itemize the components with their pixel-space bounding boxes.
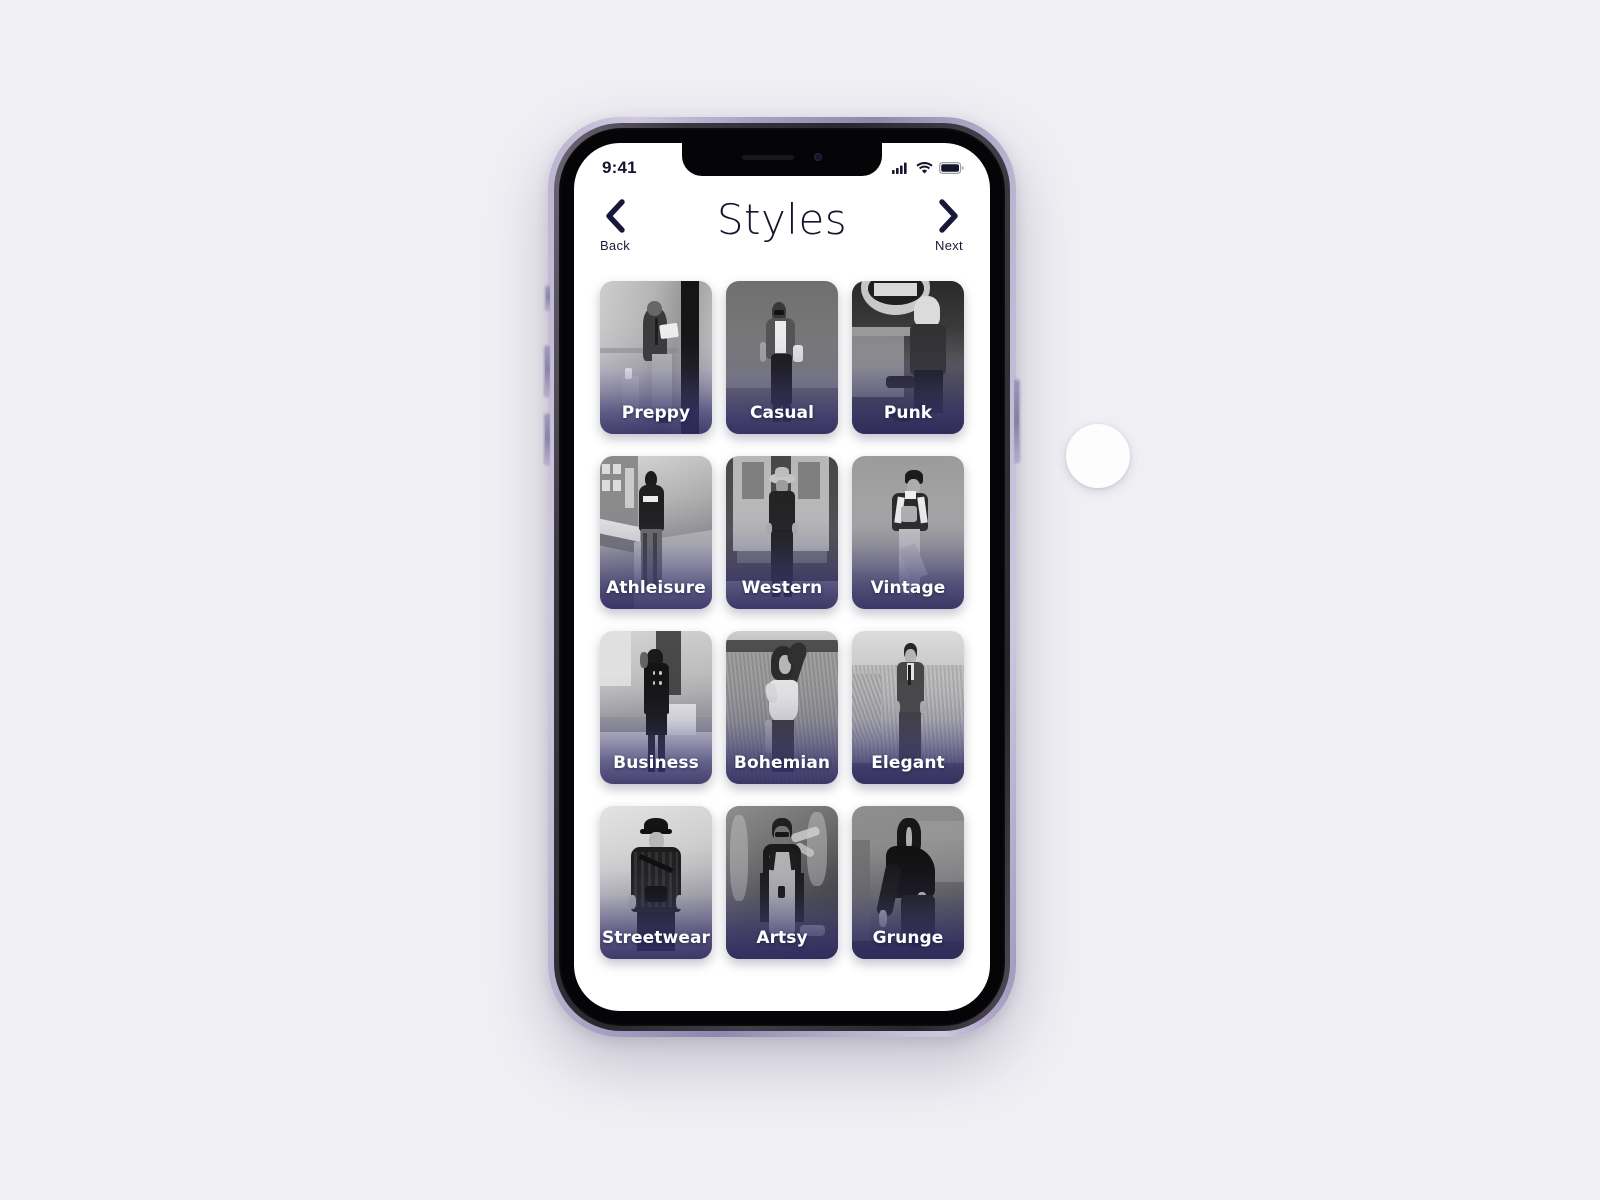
style-tile-label: Vintage [870, 578, 946, 598]
style-tile-elegant[interactable]: Elegant [852, 631, 964, 784]
style-tile-casual[interactable]: Casual [726, 281, 838, 434]
battery-icon [939, 162, 964, 174]
style-tile-preppy[interactable]: Preppy [600, 281, 712, 434]
style-tile-label: Streetwear [601, 928, 711, 948]
back-button-label: Back [599, 238, 631, 253]
cellular-signal-icon [892, 162, 910, 174]
back-button[interactable]: Back [584, 195, 646, 253]
style-grid: Preppy Casual Punk Athleisure Western Vi… [600, 281, 964, 959]
silent-switch-button[interactable] [546, 285, 550, 311]
style-tile-punk[interactable]: Punk [852, 281, 964, 434]
phone-screen: 9:41 Styles Back Next Preppy Casual Punk… [574, 143, 990, 1011]
style-tile-western[interactable]: Western [726, 456, 838, 609]
status-bar: 9:41 [574, 143, 990, 187]
style-tile-label: Bohemian [733, 753, 831, 773]
floating-action-circle[interactable] [1066, 424, 1130, 488]
next-button-label: Next [935, 238, 963, 253]
style-tile-label: Casual [749, 403, 815, 423]
status-bar-time: 9:41 [602, 158, 637, 177]
style-tile-label: Elegant [871, 753, 945, 773]
style-tile-streetwear[interactable]: Streetwear [600, 806, 712, 959]
style-tile-label: Business [613, 753, 699, 773]
style-tile-label: Punk [883, 403, 933, 423]
phone-device: 9:41 Styles Back Next Preppy Casual Punk… [545, 117, 1019, 1037]
volume-up-button[interactable] [545, 345, 550, 397]
next-button[interactable]: Next [918, 195, 980, 253]
style-tile-label: Grunge [872, 928, 944, 948]
power-button[interactable] [1014, 379, 1019, 463]
style-tile-label: Athleisure [606, 578, 706, 598]
style-tile-athleisure[interactable]: Athleisure [600, 456, 712, 609]
wifi-icon [916, 162, 933, 174]
style-tile-bohemian[interactable]: Bohemian [726, 631, 838, 784]
style-tile-label: Preppy [621, 403, 691, 423]
chevron-left-icon [602, 195, 628, 237]
style-tile-vintage[interactable]: Vintage [852, 456, 964, 609]
style-tile-label: Artsy [756, 928, 808, 948]
volume-down-button[interactable] [545, 413, 550, 465]
style-tile-artsy[interactable]: Artsy [726, 806, 838, 959]
style-tile-business[interactable]: Business [600, 631, 712, 784]
chevron-right-icon [936, 195, 962, 237]
screen-header: Styles Back Next [574, 187, 990, 277]
style-tile-label: Western [741, 578, 823, 598]
style-tile-grunge[interactable]: Grunge [852, 806, 964, 959]
status-bar-icons [892, 162, 964, 174]
